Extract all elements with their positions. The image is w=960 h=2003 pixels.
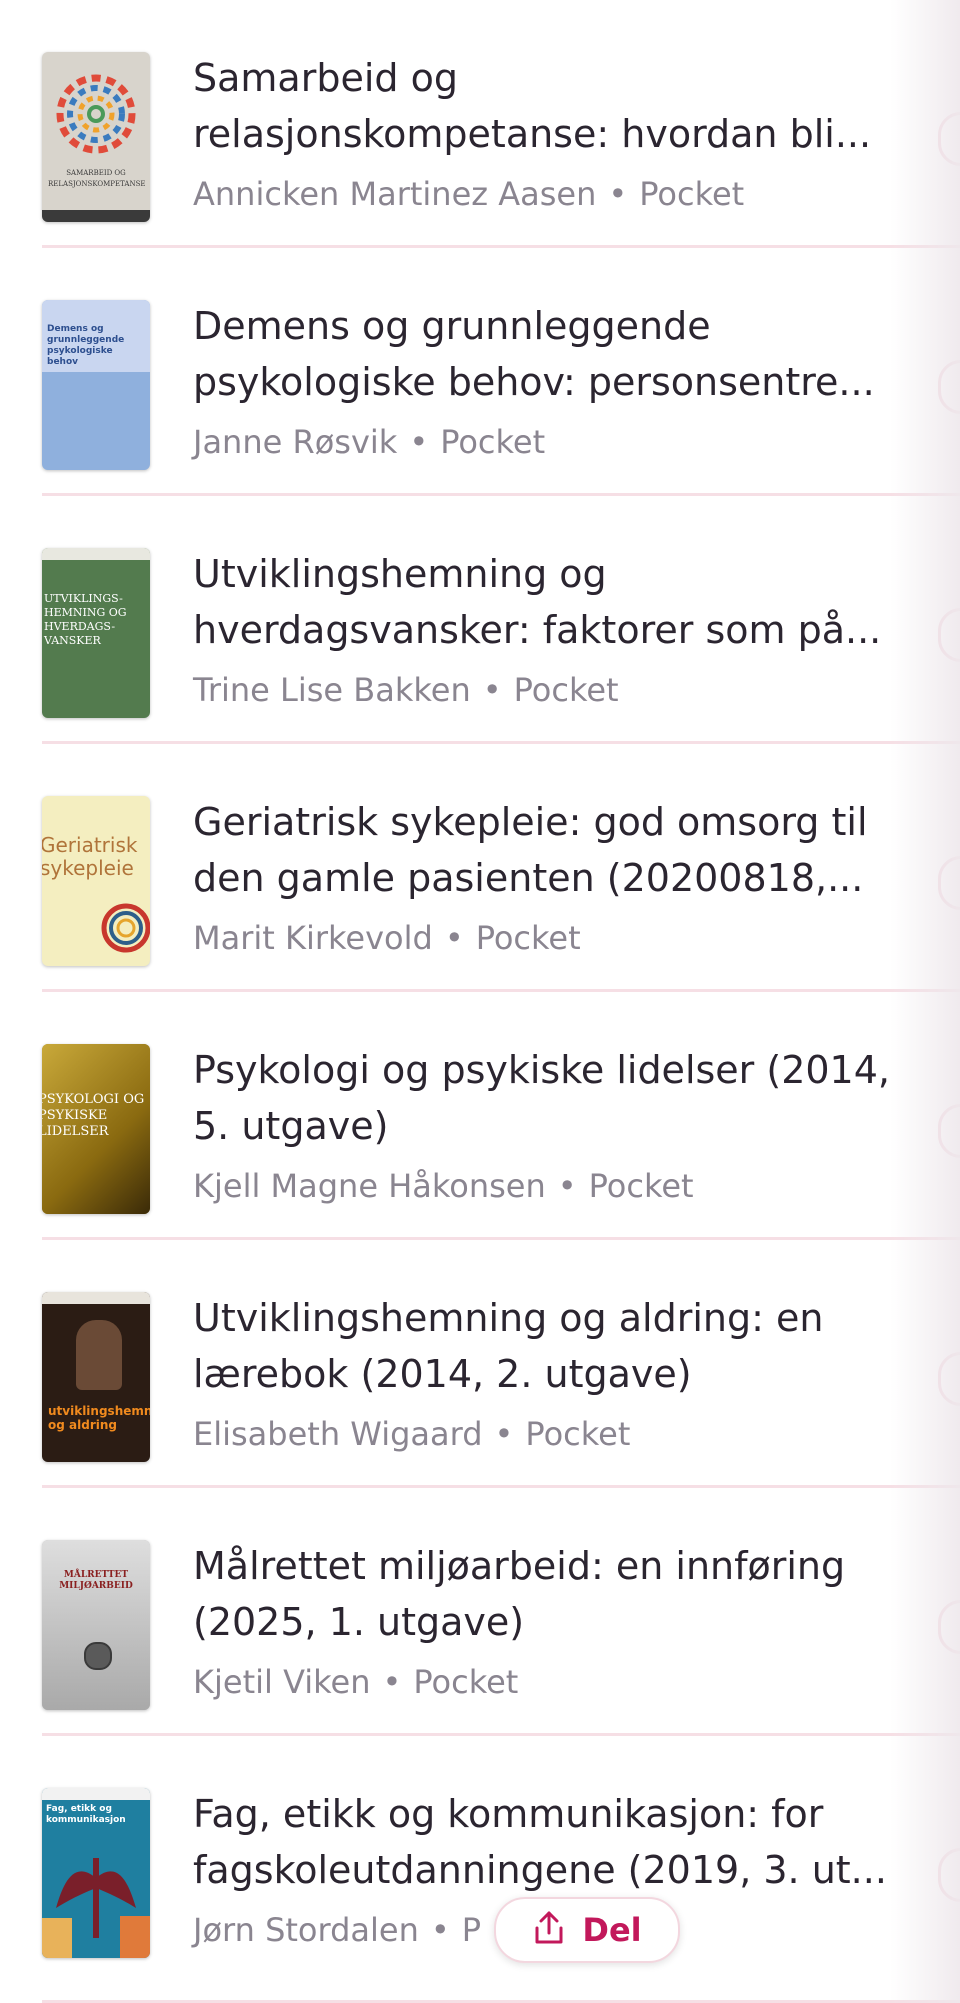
item-action-button[interactable] [938,1600,960,1654]
book-format: Pocket [513,671,619,709]
share-button[interactable]: Del [494,1897,680,1963]
book-title-line: Utviklingshemning og aldring: en [193,1296,824,1340]
book-title: Fag, etikk og kommunikasjon: for fagskol… [193,1786,903,1898]
book-title-line: relasjonskompetanse: hvordan bli... [193,112,872,156]
book-title-line: Fag, etikk og kommunikasjon: for [193,1792,824,1836]
book-title-line: Geriatrisk sykepleie: god omsorg til [193,800,868,844]
book-author: Kjetil Viken [193,1663,371,1701]
separator: • [382,1663,402,1701]
item-action-button[interactable] [938,1352,960,1406]
book-title-line: Målrettet miljøarbeid: en innføring [193,1544,846,1588]
book-title-line: den gamle pasienten (20200818,... [193,856,864,900]
book-format: P [461,1911,482,1949]
book-author: Jørn Stordalen [193,1911,419,1949]
book-author: Elisabeth Wigaard [193,1415,483,1453]
book-title-line: Samarbeid og [193,56,458,100]
separator: • [608,175,628,213]
book-meta: Kjetil Viken • Pocket [193,1660,518,1704]
book-cover: MÅLRETTET MILJØARBEID [42,1540,150,1710]
book-cover-title: MÅLRETTET MILJØARBEID [59,1570,133,1591]
book-meta: Janne Røsvik • Pocket [193,420,545,464]
book-list-item[interactable]: UTVIKLINGS-HEMNING OG HVERDAGS-VANSKER U… [0,496,960,744]
book-cover: Demens og grunnleggende psykologiske beh… [42,300,150,470]
book-title-line: lærebok (2014, 2. utgave) [193,1352,692,1396]
share-icon [532,1910,566,1950]
book-format: Pocket [440,423,546,461]
book-author: Janne Røsvik [193,423,398,461]
book-cover: utviklingshemning og aldring [42,1292,150,1462]
book-title-line: Demens og grunnleggende [193,304,711,348]
item-action-button[interactable] [938,608,960,662]
separator: • [494,1415,514,1453]
book-title: Geriatrisk sykepleie: god omsorg til den… [193,794,903,906]
book-author: Marit Kirkevold [193,919,433,957]
book-list-item[interactable]: PSYKOLOGI OG PSYKISKE LIDELSER Psykologi… [0,992,960,1240]
separator: • [557,1167,577,1205]
book-cover: UTVIKLINGS-HEMNING OG HVERDAGS-VANSKER [42,548,150,718]
book-cover-title: Demens og grunnleggende psykologiske beh… [47,324,125,367]
book-format: Pocket [639,175,745,213]
book-author: Kjell Magne Håkonsen [193,1167,546,1205]
book-title-line: fagskoleutdanningene (2019, 3. ut... [193,1848,887,1892]
separator: • [444,919,464,957]
book-cover: Geriatrisk sykepleie [42,796,150,966]
item-action-button[interactable] [938,112,960,166]
separator: • [430,1911,450,1949]
book-cover: SAMARBEID OG RELASJONSKOMPETANSE [42,52,150,222]
book-title: Utviklingshemning og aldring: en lærebok… [193,1290,903,1402]
book-cover-title: UTVIKLINGS-HEMNING OG HVERDAGS-VANSKER [44,592,127,647]
book-title-line: Psykologi og psykiske lidelser (2014, [193,1048,890,1092]
book-format: Pocket [413,1663,519,1701]
book-meta: Jørn Stordalen • P [193,1908,481,1952]
book-title-line: 5. utgave) [193,1104,389,1148]
book-title-line: hverdagsvansker: faktorer som på... [193,608,882,652]
book-list-item[interactable]: MÅLRETTET MILJØARBEID Målrettet miljøarb… [0,1488,960,1736]
book-title: Samarbeid og relasjonskompetanse: hvorda… [193,50,903,162]
book-author: Annicken Martinez Aasen [193,175,597,213]
item-action-button[interactable] [938,856,960,910]
book-author: Trine Lise Bakken [193,671,471,709]
book-meta: Elisabeth Wigaard • Pocket [193,1412,630,1456]
book-title: Målrettet miljøarbeid: en innføring (202… [193,1538,903,1650]
item-action-button[interactable] [938,360,960,414]
book-title-line: psykologiske behov: personsentre... [193,360,875,404]
book-cover: Fag, etikk og kommunikasjon [42,1788,150,1958]
book-cover: PSYKOLOGI OG PSYKISKE LIDELSER [42,1044,150,1214]
book-cover-title: PSYKOLOGI OG PSYKISKE LIDELSER [42,1092,145,1139]
separator: • [409,423,429,461]
book-meta: Trine Lise Bakken • Pocket [193,668,619,712]
book-format: Pocket [588,1167,694,1205]
book-title: Utviklingshemning og hverdagsvansker: fa… [193,546,903,658]
book-format: Pocket [475,919,581,957]
book-cover-title: utviklingshemning og aldring [48,1404,150,1432]
book-title-line: Utviklingshemning og [193,552,607,596]
book-list-item[interactable]: Geriatrisk sykepleie Geriatrisk sykeplei… [0,744,960,992]
book-list-item[interactable]: SAMARBEID OG RELASJONSKOMPETANSE Samarbe… [0,0,960,248]
book-list-item[interactable]: utviklingshemning og aldring Utviklingsh… [0,1240,960,1488]
item-action-button[interactable] [938,1104,960,1158]
book-list-item[interactable]: Demens og grunnleggende psykologiske beh… [0,248,960,496]
book-meta: Annicken Martinez Aasen • Pocket [193,172,744,216]
book-meta: Marit Kirkevold • Pocket [193,916,581,960]
book-cover-title: SAMARBEID OG RELASJONSKOMPETANSE [48,169,146,188]
book-title: Psykologi og psykiske lidelser (2014, 5.… [193,1042,903,1154]
share-button-label: Del [582,1911,642,1949]
book-meta: Kjell Magne Håkonsen • Pocket [193,1164,694,1208]
book-title-line: (2025, 1. utgave) [193,1600,525,1644]
book-list-item[interactable]: Fag, etikk og kommunikasjon Fag, etikk o… [0,1736,960,2003]
separator: • [482,671,502,709]
book-format: Pocket [525,1415,631,1453]
item-action-button[interactable] [938,1848,960,1902]
book-title: Demens og grunnleggende psykologiske beh… [193,298,903,410]
